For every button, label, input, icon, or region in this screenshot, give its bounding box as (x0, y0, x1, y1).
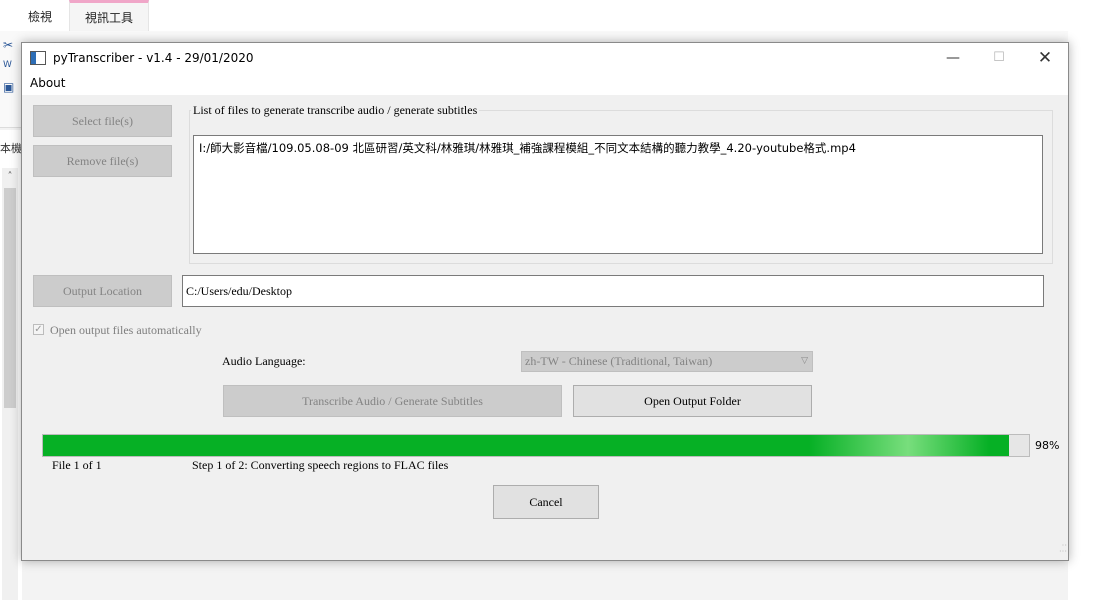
word-doc-icon[interactable]: W (3, 60, 12, 70)
scroll-up-icon[interactable]: ˄ (2, 170, 18, 184)
progress-bar (42, 434, 1030, 457)
close-button[interactable]: ✕ (1022, 43, 1068, 74)
pytranscriber-window: pyTranscriber - v1.4 - 29/01/2020 — ☐ ✕ … (21, 42, 1069, 561)
resize-grip-icon[interactable]: · · · · · (1052, 542, 1067, 557)
scroll-thumb[interactable] (4, 188, 16, 408)
ribbon-tab-video-tools[interactable]: 視訊工具 (69, 0, 149, 34)
audio-language-value: zh-TW - Chinese (Traditional, Taiwan) (525, 354, 713, 368)
cut-icon[interactable]: ✂ (3, 38, 13, 52)
remove-files-button[interactable]: Remove file(s) (33, 145, 172, 177)
nav-pane-this-pc[interactable]: 本機 (0, 140, 22, 156)
ribbon-tab-view[interactable]: 檢視 (18, 0, 62, 31)
transcribe-button[interactable]: Transcribe Audio / Generate Subtitles (223, 385, 562, 417)
menu-about[interactable]: About (30, 76, 65, 90)
progress-percent: 98% (1035, 439, 1060, 452)
explorer-scrollbar[interactable]: ˄ (2, 168, 18, 600)
file-list[interactable]: I:/師大影音檔/109.05.08-09 北區研習/英文科/林雅琪/林雅琪_補… (193, 135, 1043, 254)
open-output-folder-button[interactable]: Open Output Folder (573, 385, 812, 417)
maximize-button[interactable]: ☐ (976, 43, 1022, 74)
select-files-button[interactable]: Select file(s) (33, 105, 172, 137)
app-icon (30, 51, 46, 65)
progress-step: Step 1 of 2: Converting speech regions t… (192, 458, 449, 472)
progress-glow (809, 435, 990, 456)
menu-bar: About (22, 74, 1068, 95)
cancel-button[interactable]: Cancel (493, 485, 599, 519)
explorer-content-area (1068, 31, 1101, 600)
minimize-icon: — (946, 50, 960, 66)
output-location-button[interactable]: Output Location (33, 275, 172, 307)
file-counter: File 1 of 1 (52, 458, 102, 472)
close-icon: ✕ (1037, 48, 1053, 68)
explorer-ribbon-tabs: 檢視 視訊工具 (0, 0, 1101, 34)
open-automatically-label: Open output files automatically (50, 323, 202, 337)
file-list-label: List of files to generate transcribe aud… (191, 103, 480, 118)
maximize-icon: ☐ (993, 50, 1005, 65)
list-item[interactable]: I:/師大影音檔/109.05.08-09 北區研習/英文科/林雅琪/林雅琪_補… (199, 140, 856, 156)
checkmark-icon: ✓ (34, 324, 43, 335)
clipboard-icon[interactable]: ▣ (3, 80, 14, 94)
title-bar[interactable]: pyTranscriber - v1.4 - 29/01/2020 — ☐ ✕ (22, 43, 1068, 74)
open-automatically-checkbox[interactable]: ✓ (33, 324, 44, 335)
audio-language-select[interactable]: zh-TW - Chinese (Traditional, Taiwan) ▽ (521, 351, 813, 372)
minimize-button[interactable]: — (930, 43, 976, 74)
chevron-down-icon: ▽ (801, 356, 808, 366)
audio-language-label: Audio Language: (222, 354, 306, 368)
window-title: pyTranscriber - v1.4 - 29/01/2020 (53, 51, 254, 65)
output-path-field[interactable]: C:/Users/edu/Desktop (182, 275, 1044, 307)
